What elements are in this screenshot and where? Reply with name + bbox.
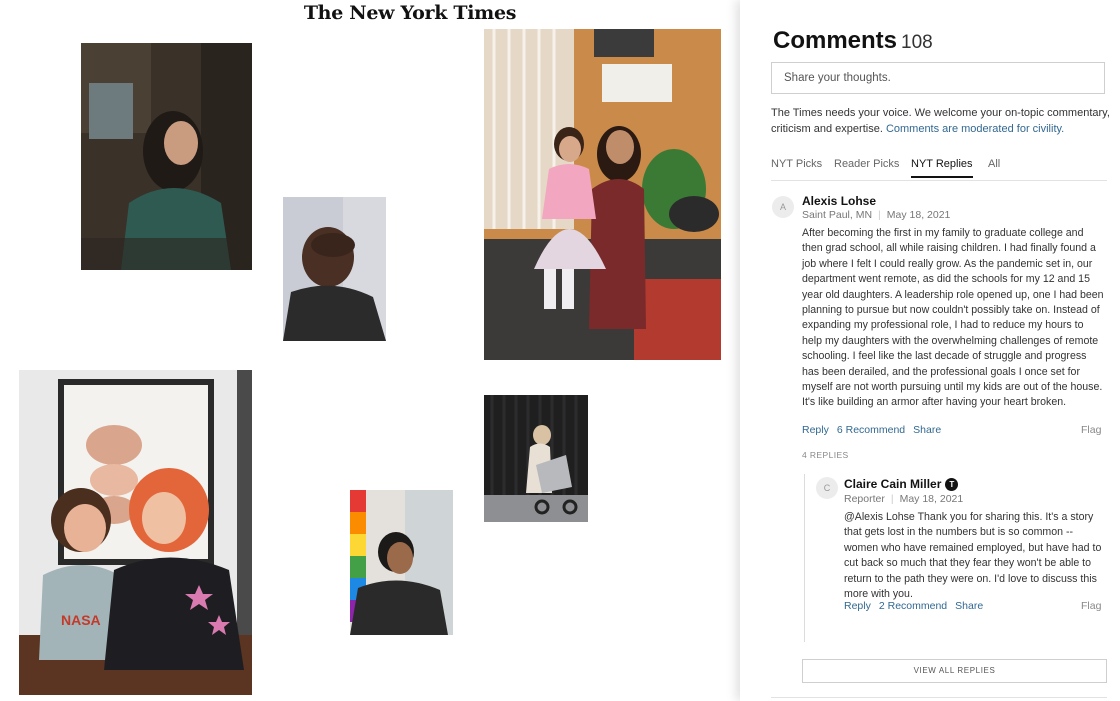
comment-actions: Reply 6 Recommend Share [802, 424, 949, 436]
flag-button[interactable]: Flag [1081, 424, 1101, 436]
nyt-logo[interactable]: The New York Times [300, 2, 520, 24]
tab-reader-picks[interactable]: Reader Picks [834, 158, 899, 176]
share-button[interactable]: Share [955, 600, 983, 612]
svg-text:NASA: NASA [61, 612, 101, 628]
share-button[interactable]: Share [913, 424, 941, 436]
replies-count: 4 REPLIES [802, 450, 849, 460]
avatar: A [772, 196, 794, 218]
moderation-link[interactable]: Comments are moderated for civility. [886, 123, 1064, 135]
comment-body: After becoming the first in my family to… [802, 227, 1104, 409]
tab-nyt-replies[interactable]: NYT Replies [911, 158, 973, 178]
recommend-button[interactable]: 6 Recommend [837, 424, 905, 436]
photo-person-rainbow-flag [350, 490, 453, 635]
comment-author: Alexis Lohse [802, 194, 877, 208]
comment-date: May 18, 2021 [886, 209, 951, 221]
photo-parent-child-nasa-shirt: NASA [19, 370, 252, 695]
recommend-button[interactable]: 2 Recommend [879, 600, 947, 612]
reply-body: @Alexis Lohse Thank you for sharing this… [844, 511, 1102, 601]
reply-date: May 18, 2021 [899, 493, 964, 505]
comment-meta: Saint Paul, MN | May 18, 2021 [802, 209, 950, 221]
reply-role: Reporter [844, 493, 885, 505]
photo-woman-seated-green-shirt [81, 43, 252, 270]
comments-count: 108 [901, 32, 933, 53]
comments-panel: Comments 108 Share your thoughts. The Tim… [740, 0, 1120, 701]
reply-actions: Reply 2 Recommend Share [844, 600, 991, 612]
reply-thread-line [804, 474, 805, 642]
comments-heading: Comments 108 [773, 27, 933, 55]
share-thoughts-input[interactable]: Share your thoughts. [771, 62, 1105, 94]
view-all-replies-button[interactable]: VIEW ALL REPLIES [802, 659, 1107, 683]
meta-divider: | [878, 209, 881, 221]
article-area: The New York Times NASA [0, 0, 740, 701]
photo-person-covering-face [283, 197, 386, 341]
reply-author-name: Claire Cain Miller [844, 477, 942, 491]
reply-author: Claire Cain Miller T [844, 477, 959, 491]
times-badge-icon: T [945, 478, 959, 491]
avatar: C [816, 477, 838, 499]
flag-button[interactable]: Flag [1081, 600, 1101, 612]
reply-button[interactable]: Reply [844, 600, 871, 612]
reply-button[interactable]: Reply [802, 424, 829, 436]
comments-intro: The Times needs your voice. We welcome y… [771, 105, 1111, 137]
photo-mother-daughter-porch [484, 29, 721, 360]
divider [771, 697, 1107, 698]
photo-woman-with-stroller [484, 395, 588, 522]
tab-nyt-picks[interactable]: NYT Picks [771, 158, 822, 176]
comment-location: Saint Paul, MN [802, 209, 873, 221]
tab-all[interactable]: All [988, 158, 1000, 176]
comments-title: Comments [773, 27, 898, 54]
meta-divider: | [890, 493, 894, 505]
reply-meta: Reporter | May 18, 2021 [844, 493, 963, 505]
comment-tabs: NYT Picks Reader Picks NYT Replies All [771, 158, 1107, 181]
